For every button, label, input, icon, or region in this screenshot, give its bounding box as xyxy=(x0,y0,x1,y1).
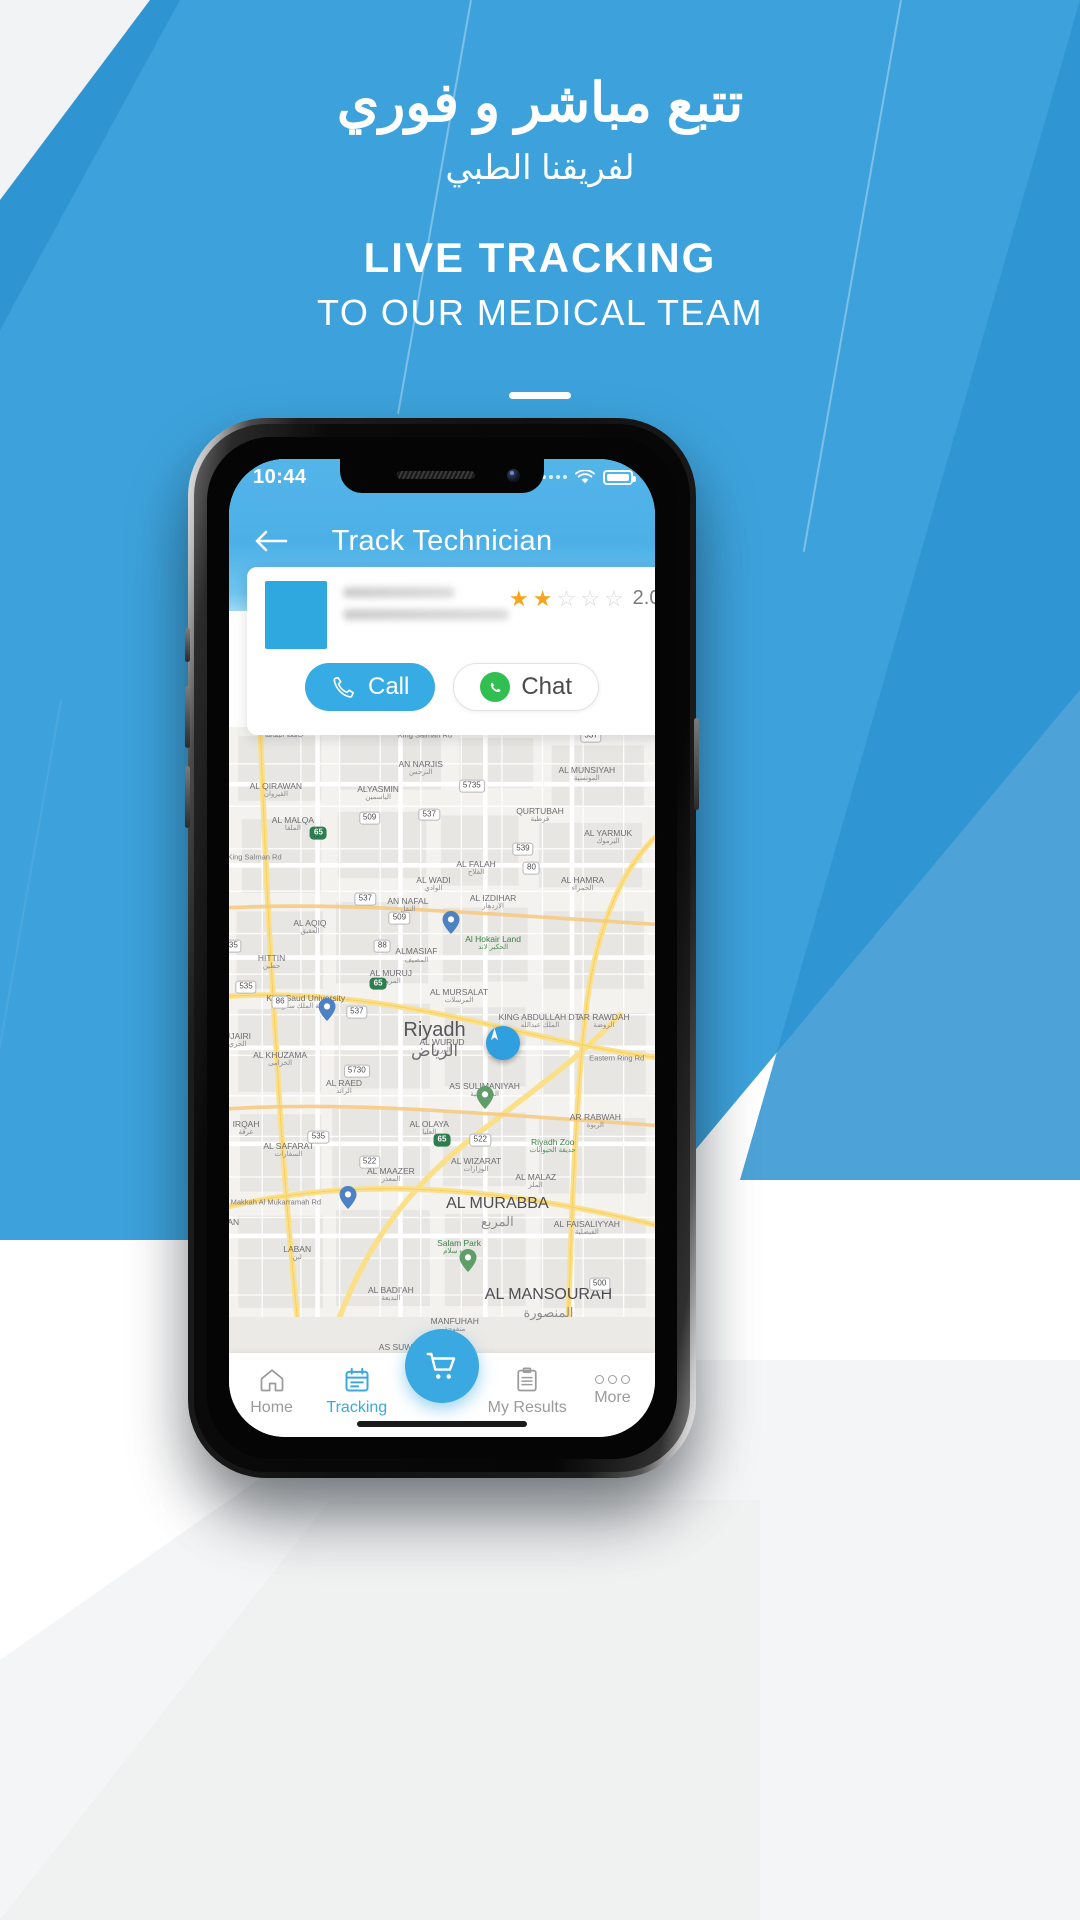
phone-bezel: 10:44 Track Technician ★ ★ ☆ ☆ ☆ 2.0 Cal… xyxy=(207,437,677,1459)
map-road-shield: 5730 xyxy=(343,1064,370,1078)
technician-name-block xyxy=(343,581,509,631)
map-road-shield: 509 xyxy=(358,811,381,825)
nav-item-tracking-label: Tracking xyxy=(326,1398,388,1416)
status-bar-clock: 10:44 xyxy=(253,465,307,488)
promo-english-title: LIVE TRACKING xyxy=(363,233,717,281)
technician-info-row: ★ ★ ☆ ☆ ☆ 2.0 xyxy=(247,567,655,649)
current-location-marker[interactable] xyxy=(486,1026,520,1060)
nav-item-tracking[interactable]: Tracking xyxy=(314,1366,399,1425)
map-road-shield: 88 xyxy=(373,939,391,953)
map-road-shield: 537 xyxy=(418,808,440,822)
map-road-shield: 537 xyxy=(354,892,376,906)
technician-actions: Call Chat xyxy=(247,649,655,711)
page-title: Track Technician xyxy=(331,524,553,557)
star-icon-5: ☆ xyxy=(603,585,624,611)
front-camera-icon xyxy=(507,469,520,482)
call-button-label: Call xyxy=(368,673,410,700)
cart-fab-button[interactable] xyxy=(405,1329,479,1403)
promo-arabic-title: تتبع مباشر و فوري xyxy=(336,73,744,133)
map-road-shield: 65 xyxy=(310,827,327,840)
rating-block: ★ ★ ☆ ☆ ☆ 2.0 xyxy=(509,581,655,610)
home-icon xyxy=(260,1368,283,1391)
map-road-shield: 500 xyxy=(588,1277,611,1291)
technician-detail-redacted xyxy=(343,609,509,620)
phone-frame: 10:44 Track Technician ★ ★ ☆ ☆ ☆ 2.0 Cal… xyxy=(185,418,699,1478)
phone-frame-inner: 10:44 Track Technician ★ ★ ☆ ☆ ☆ 2.0 Cal… xyxy=(194,424,690,1472)
home-indicator xyxy=(357,1421,527,1427)
map-road-shield: 65 xyxy=(433,1133,451,1147)
promo-arabic-subtitle: لفريقنا الطبي xyxy=(445,148,635,187)
nav-item-home[interactable]: Home xyxy=(229,1366,314,1425)
chat-button[interactable]: Chat xyxy=(453,663,600,711)
navigation-arrow-icon xyxy=(490,1028,499,1041)
map-road-shield: 539 xyxy=(512,842,534,856)
call-button[interactable]: Call xyxy=(305,663,436,711)
nav-item-home-label: Home xyxy=(250,1398,293,1416)
phone-volume-up-button xyxy=(185,686,190,748)
phone-screen: 10:44 Track Technician ★ ★ ☆ ☆ ☆ 2.0 Cal… xyxy=(229,459,655,1437)
technician-avatar xyxy=(265,581,327,649)
promo-english-subtitle: TO OUR MEDICAL TEAM xyxy=(317,291,763,333)
cart-icon xyxy=(426,1352,456,1379)
map-canvas xyxy=(229,727,655,1318)
technician-name-redacted xyxy=(343,587,455,598)
earpiece-speaker-icon xyxy=(396,471,475,479)
wifi-icon xyxy=(575,469,595,485)
map-road-shield: 535 xyxy=(307,1130,330,1144)
phone-power-button xyxy=(694,718,699,810)
more-dots-icon xyxy=(594,1375,630,1384)
whatsapp-icon xyxy=(480,672,511,702)
calendar-icon xyxy=(345,1367,369,1391)
technician-card: ★ ★ ☆ ☆ ☆ 2.0 Call Chat xyxy=(247,567,655,735)
map-road-shield: 5735 xyxy=(458,780,485,793)
phone-mute-switch xyxy=(185,628,190,662)
map-view[interactable]: King Salman Rd جامعة اليمامة AN NARJIS النر… xyxy=(229,727,655,1353)
map-road-shield: 535 xyxy=(229,939,242,953)
promo-headline: تتبع مباشر و فوري لفريقنا الطبي LIVE TRA… xyxy=(0,70,1080,399)
map-road-shield: 86 xyxy=(271,996,289,1009)
map-road-shield: 65 xyxy=(369,977,387,991)
phone-icon xyxy=(333,676,355,698)
map-road-shield: 537 xyxy=(346,1005,368,1019)
phone-mockup: 10:44 Track Technician ★ ★ ☆ ☆ ☆ 2.0 Cal… xyxy=(185,418,699,1478)
phone-notch xyxy=(340,459,544,493)
rating-value: 2.0 xyxy=(632,587,655,609)
nav-item-more-label: More xyxy=(594,1389,631,1406)
chat-button-label: Chat xyxy=(521,673,573,700)
nav-item-more[interactable]: More xyxy=(570,1375,655,1415)
phone-volume-down-button xyxy=(185,766,190,828)
map-road-shield: 509 xyxy=(388,911,411,925)
star-icon-4: ☆ xyxy=(580,585,600,611)
nav-item-my-results-label: My Results xyxy=(487,1398,567,1416)
map-road-shield: 522 xyxy=(469,1133,492,1147)
map-road-shield: 80 xyxy=(523,861,540,875)
nav-item-my-results[interactable]: My Results xyxy=(485,1366,570,1425)
star-icon-2: ★ xyxy=(532,585,553,611)
bottom-navigation: Home Tracking My Results More xyxy=(229,1329,655,1437)
map-road-shield: 522 xyxy=(358,1155,381,1169)
battery-icon xyxy=(603,469,636,485)
promo-divider xyxy=(509,391,571,399)
star-icon-3: ☆ xyxy=(556,585,577,611)
status-bar-indicators xyxy=(535,469,636,485)
clipboard-icon xyxy=(517,1366,537,1391)
map-road-shield: 535 xyxy=(235,980,257,994)
star-icon-1: ★ xyxy=(509,585,529,611)
